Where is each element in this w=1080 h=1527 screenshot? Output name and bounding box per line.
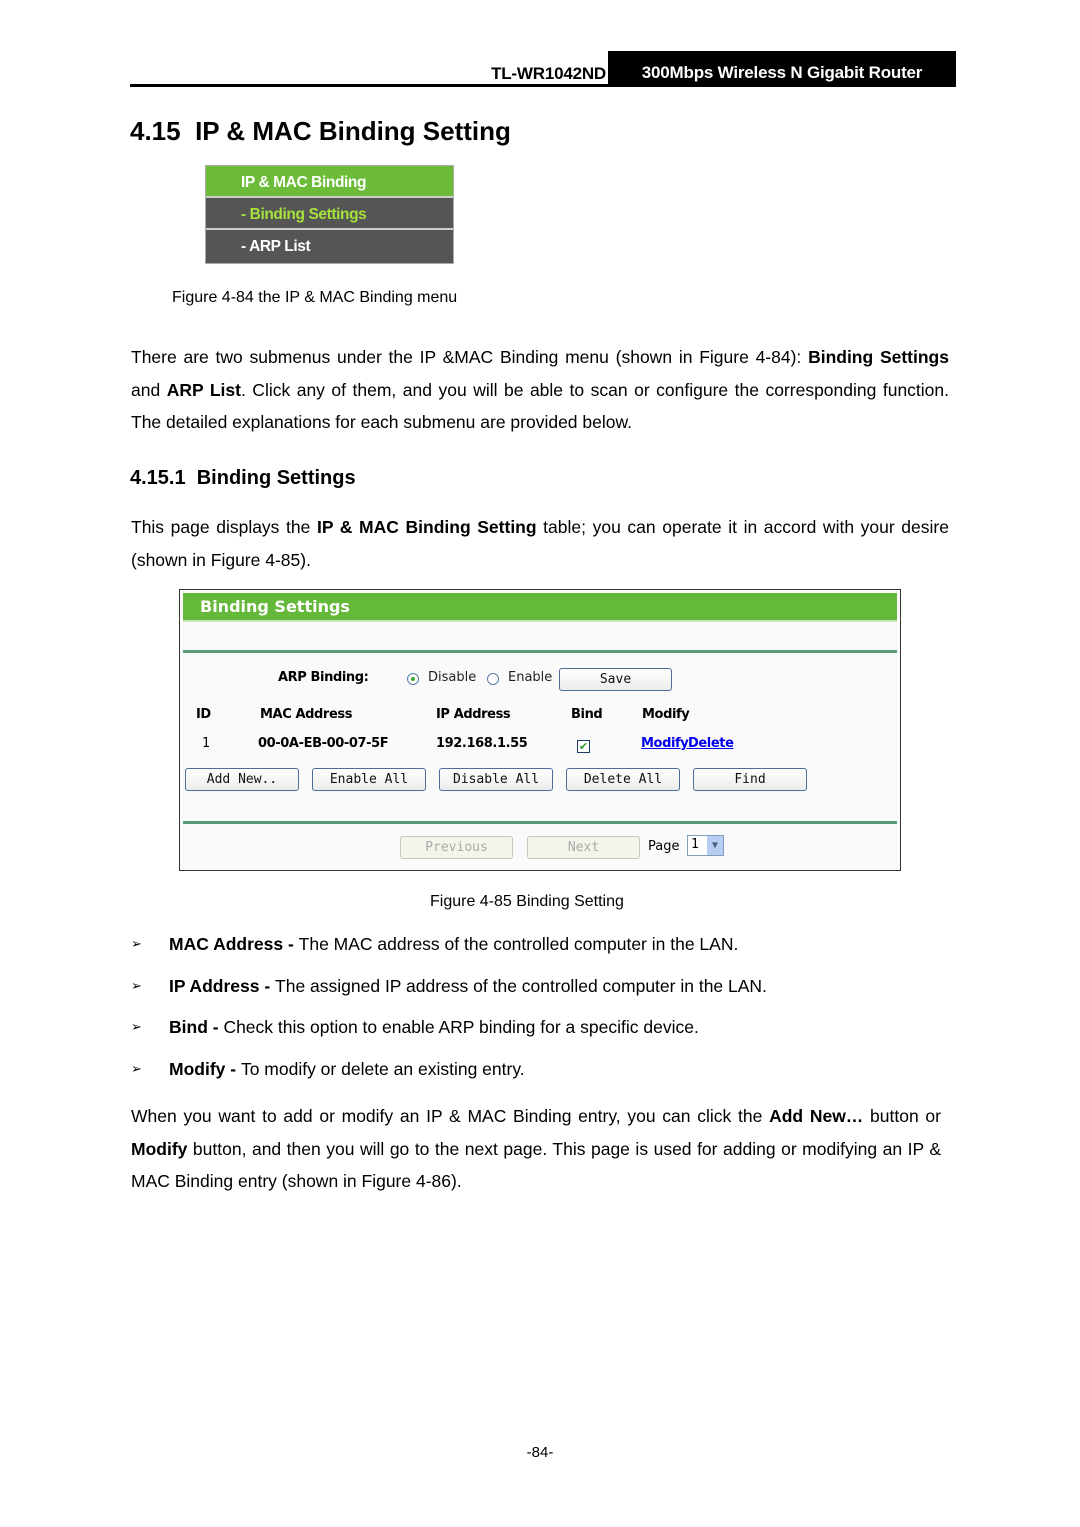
row-id: 1 <box>202 736 210 751</box>
row-mac: 00-0A-EB-00-07-5F <box>258 736 389 751</box>
bullet-term: IP Address - <box>169 976 276 996</box>
column-header-id: ID <box>196 707 211 722</box>
outro-text-1: When you want to add or modify an IP & M… <box>131 1106 770 1126</box>
column-header-bind: Bind <box>571 707 603 722</box>
header-product: 300Mbps Wireless N Gigabit Router <box>608 51 956 87</box>
radio-disable-label: Disable <box>428 670 477 685</box>
outro-bold-add-new: Add New… <box>769 1106 864 1126</box>
find-button[interactable]: Find <box>693 768 807 791</box>
bind-checkbox[interactable]: ✔ <box>577 740 590 753</box>
arrow-bullet-icon: ➢ <box>131 936 142 951</box>
delete-link[interactable]: Delete <box>688 736 734 751</box>
intro-paragraph: There are two submenus under the IP &MAC… <box>131 341 949 439</box>
sub-intro-bold: IP & MAC Binding Setting <box>316 517 537 537</box>
delete-all-button[interactable]: Delete All <box>566 768 680 791</box>
binding-settings-panel: Binding Settings ARP Binding: Disable En… <box>179 589 901 871</box>
outro-text-3: button, and then you will go to the next… <box>131 1138 941 1192</box>
figure-caption-4-85: Figure 4-85 Binding Setting <box>430 893 624 910</box>
page-number: -84- <box>526 1444 554 1461</box>
bullet-text: The assigned IP address of the controlle… <box>275 976 767 996</box>
column-header-ip: IP Address <box>436 707 511 722</box>
menu-item-binding-settings[interactable]: - Binding Settings <box>206 198 453 230</box>
modify-link[interactable]: Modify <box>641 736 689 751</box>
outro-text-2: button or <box>863 1106 941 1126</box>
sub-intro-paragraph: This page displays the IP & MAC Binding … <box>131 511 949 576</box>
menu-item-ip-mac-binding[interactable]: IP & MAC Binding <box>206 166 453 198</box>
intro-text-1: There are two submenus under the IP &MAC… <box>131 347 809 367</box>
page-header: TL-WR1042ND 300Mbps Wireless N Gigabit R… <box>130 51 956 87</box>
header-model: TL-WR1042ND <box>491 64 606 83</box>
bullet-term: Modify - <box>169 1059 241 1079</box>
bullet-text: To modify or delete an existing entry. <box>240 1059 525 1079</box>
radio-disable[interactable] <box>407 673 419 685</box>
section-title: IP & MAC Binding Setting <box>195 116 511 146</box>
panel-divider-top <box>183 650 897 653</box>
previous-button[interactable]: Previous <box>400 836 513 859</box>
figure-caption-4-84: Figure 4-84 the IP & MAC Binding menu <box>172 289 458 306</box>
intro-bold-arp-list: ARP List <box>166 379 241 400</box>
outro-bold-modify: Modify <box>131 1138 188 1159</box>
column-header-modify: Modify <box>642 707 690 722</box>
disable-all-button[interactable]: Disable All <box>439 768 553 791</box>
subsection-heading: 4.15.1 Binding Settings <box>130 467 356 490</box>
bullet-term: Bind - <box>169 1017 224 1037</box>
panel-divider-bottom <box>183 821 897 824</box>
bullet-term: MAC Address - <box>169 934 299 954</box>
intro-bold-binding-settings: Binding Settings <box>808 347 949 367</box>
intro-text-3: . Click any of them, and you will be abl… <box>131 379 950 433</box>
add-new-button[interactable]: Add New.. <box>185 768 299 791</box>
page-label: Page <box>648 839 680 854</box>
sub-intro-text-1: This page displays the <box>131 517 317 537</box>
save-button[interactable]: Save <box>559 668 672 691</box>
outro-paragraph: When you want to add or modify an IP & M… <box>131 1100 941 1198</box>
row-ip: 192.168.1.55 <box>436 736 528 751</box>
bullet-text: Check this option to enable ARP binding … <box>223 1017 699 1037</box>
subsection-number: 4.15.1 <box>130 467 186 489</box>
ip-mac-binding-menu: IP & MAC Binding - Binding Settings - AR… <box>205 165 454 264</box>
panel-title: Binding Settings <box>183 593 897 622</box>
bullet-text: The MAC address of the controlled comput… <box>298 934 739 954</box>
page-select-value: 1 <box>691 837 699 852</box>
section-number: 4.15 <box>130 116 181 146</box>
arp-binding-label: ARP Binding: <box>278 670 369 685</box>
subsection-title: Binding Settings <box>196 467 356 489</box>
page-select[interactable]: 1 ▼ <box>687 835 724 856</box>
header-rule <box>130 84 956 87</box>
enable-all-button[interactable]: Enable All <box>312 768 426 791</box>
radio-enable[interactable] <box>487 673 499 685</box>
section-heading: 4.15 IP & MAC Binding Setting <box>130 116 511 147</box>
intro-text-2: and <box>131 379 167 400</box>
arrow-bullet-icon: ➢ <box>131 978 142 993</box>
next-button[interactable]: Next <box>527 836 640 859</box>
chevron-down-icon[interactable]: ▼ <box>707 836 723 855</box>
radio-enable-label: Enable <box>508 670 553 685</box>
checkmark-icon: ✔ <box>578 740 589 753</box>
arrow-bullet-icon: ➢ <box>131 1061 142 1076</box>
menu-item-arp-list[interactable]: - ARP List <box>206 230 453 262</box>
column-header-mac: MAC Address <box>260 707 353 722</box>
arrow-bullet-icon: ➢ <box>131 1019 142 1034</box>
